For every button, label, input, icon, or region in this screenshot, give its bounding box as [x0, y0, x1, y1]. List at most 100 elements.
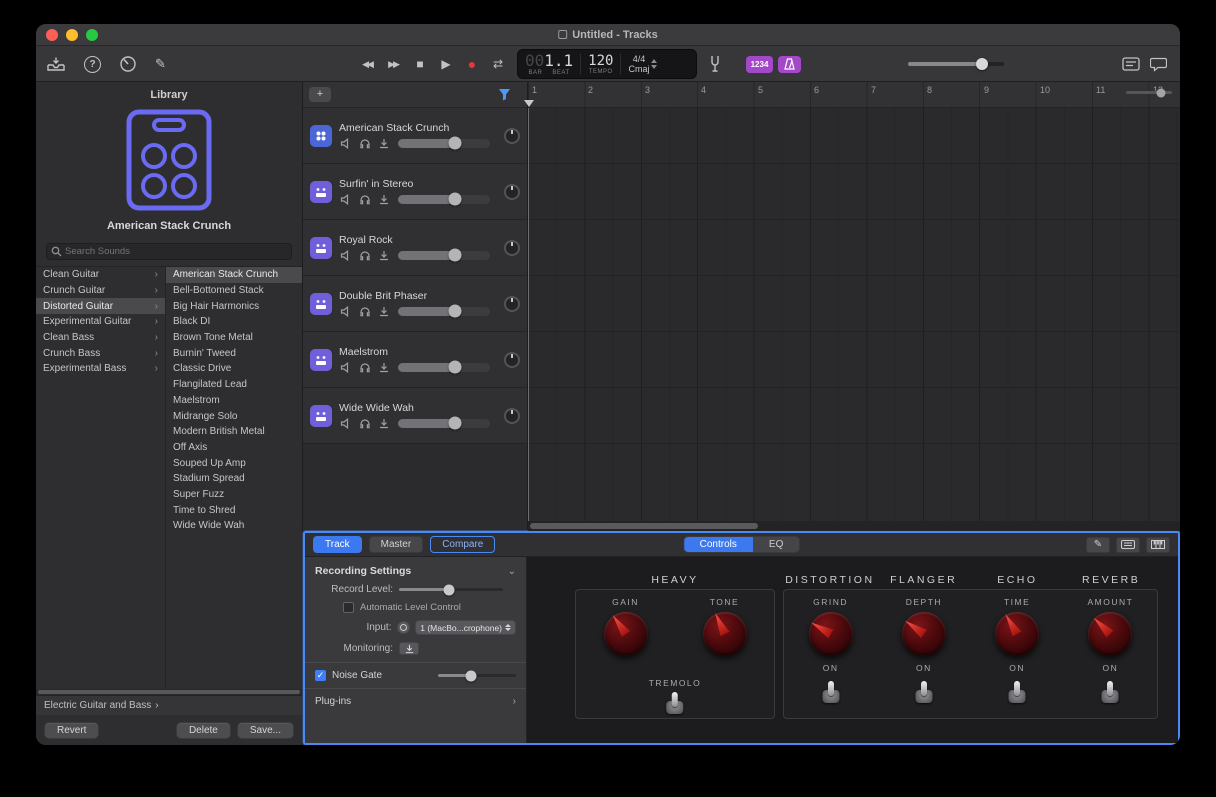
track-header[interactable]: Wide Wide Wah: [303, 388, 527, 444]
mute-button[interactable]: [339, 305, 353, 318]
mute-button[interactable]: [339, 417, 353, 430]
patch-item[interactable]: Maelstrom: [166, 393, 302, 409]
track-header[interactable]: Double Brit Phaser: [303, 276, 527, 332]
chevron-right-icon[interactable]: ›: [513, 696, 516, 707]
patch-item[interactable]: Bell-Bottomed Stack: [166, 283, 302, 299]
tab-track[interactable]: Track: [313, 536, 362, 553]
minimize-button[interactable]: [66, 29, 78, 41]
zoom-slider[interactable]: [1126, 91, 1172, 94]
track-filter-icon[interactable]: [498, 88, 511, 106]
pan-knob[interactable]: [504, 296, 520, 312]
lcd-tempo[interactable]: 120 TEMPO: [581, 50, 620, 78]
track-header[interactable]: Maelstrom: [303, 332, 527, 388]
input-monitor-button[interactable]: [377, 249, 391, 262]
amount-knob[interactable]: [1088, 612, 1132, 656]
horizontal-scrollbar[interactable]: [528, 521, 1180, 531]
lcd-key-signature[interactable]: 4/4 Cmaj: [621, 50, 664, 78]
library-scrollbar[interactable]: [36, 689, 302, 695]
flanger-toggle[interactable]: [913, 678, 935, 703]
input-format-button[interactable]: [397, 621, 410, 634]
library-breadcrumb[interactable]: Electric Guitar and Bass ›: [36, 695, 302, 715]
save-button[interactable]: Save...: [237, 722, 294, 739]
time-knob[interactable]: [995, 612, 1039, 656]
count-in-button[interactable]: 1234: [746, 56, 773, 73]
patch-item-selected[interactable]: American Stack Crunch: [166, 267, 302, 283]
track-header[interactable]: Surfin' in Stereo: [303, 164, 527, 220]
chevron-down-icon[interactable]: ⌄: [508, 566, 516, 577]
input-monitor-button[interactable]: [377, 137, 391, 150]
playhead-marker[interactable]: [524, 100, 534, 107]
category-item[interactable]: Experimental Guitar›: [36, 314, 165, 330]
playhead-line[interactable]: [528, 108, 529, 521]
patch-item[interactable]: Flangilated Lead: [166, 377, 302, 393]
mute-button[interactable]: [339, 137, 353, 150]
play-button[interactable]: ▶: [434, 53, 456, 75]
input-monitor-button[interactable]: [377, 305, 391, 318]
forward-button[interactable]: ▶▶: [382, 53, 404, 75]
track-lane[interactable]: [528, 220, 1180, 276]
reverb-toggle[interactable]: [1099, 678, 1121, 703]
library-toggle-icon[interactable]: [46, 56, 66, 72]
add-track-button[interactable]: +: [309, 87, 331, 102]
tremolo-toggle[interactable]: [664, 689, 686, 714]
pan-knob[interactable]: [504, 128, 520, 144]
track-volume-slider[interactable]: [398, 307, 490, 316]
patch-item[interactable]: Midrange Solo: [166, 408, 302, 424]
solo-button[interactable]: [358, 193, 372, 206]
patch-item[interactable]: Brown Tone Metal: [166, 330, 302, 346]
input-device-dropdown[interactable]: 1 (MacBo...crophone): [415, 620, 516, 635]
distortion-toggle[interactable]: [820, 678, 842, 703]
patch-item[interactable]: Classic Drive: [166, 361, 302, 377]
patch-item[interactable]: Wide Wide Wah: [166, 518, 302, 534]
track-lane[interactable]: [528, 164, 1180, 220]
search-input[interactable]: [46, 243, 292, 260]
patch-item[interactable]: Stadium Spread: [166, 471, 302, 487]
patch-item[interactable]: Modern British Metal: [166, 424, 302, 440]
rewind-button[interactable]: ◀◀: [356, 53, 378, 75]
help-icon[interactable]: ?: [84, 56, 101, 73]
smart-controls-icon[interactable]: [119, 55, 137, 73]
mute-button[interactable]: [339, 193, 353, 206]
track-lane[interactable]: [528, 108, 1180, 164]
input-monitor-button[interactable]: [377, 417, 391, 430]
compare-button[interactable]: Compare: [430, 536, 495, 553]
patch-item[interactable]: Super Fuzz: [166, 487, 302, 503]
input-monitor-button[interactable]: [377, 361, 391, 374]
solo-button[interactable]: [358, 249, 372, 262]
close-button[interactable]: [46, 29, 58, 41]
cycle-button[interactable]: ⇄: [486, 53, 508, 75]
patch-item[interactable]: Big Hair Harmonics: [166, 298, 302, 314]
input-monitor-button[interactable]: [377, 193, 391, 206]
automation-pencil-icon[interactable]: ✎: [1086, 537, 1110, 553]
solo-button[interactable]: [358, 137, 372, 150]
patch-item[interactable]: Black DI: [166, 314, 302, 330]
delete-button[interactable]: Delete: [176, 722, 231, 739]
category-item[interactable]: Crunch Bass›: [36, 345, 165, 361]
lcd-display[interactable]: 001.1 BARBEAT 120 TEMPO 4/4 Cmaj: [517, 49, 697, 79]
record-level-slider[interactable]: [399, 588, 503, 591]
editor-pencil-icon[interactable]: ✎: [155, 56, 166, 72]
tab-master[interactable]: Master: [369, 536, 424, 553]
category-item[interactable]: Experimental Bass›: [36, 361, 165, 377]
pan-knob[interactable]: [504, 352, 520, 368]
master-volume-slider[interactable]: [908, 62, 1004, 66]
patch-item[interactable]: Time to Shred: [166, 502, 302, 518]
track-volume-slider[interactable]: [398, 419, 490, 428]
track-volume-slider[interactable]: [398, 363, 490, 372]
tab-eq[interactable]: EQ: [753, 537, 799, 552]
patch-item[interactable]: Burnin' Tweed: [166, 345, 302, 361]
metronome-button[interactable]: [778, 56, 801, 73]
display-mode-icon[interactable]: [1122, 57, 1140, 71]
track-lane[interactable]: [528, 332, 1180, 388]
stop-button[interactable]: ■: [408, 53, 430, 75]
category-item-selected[interactable]: Distorted Guitar›: [36, 298, 165, 314]
notes-bubble-icon[interactable]: [1150, 57, 1167, 72]
timeline-ruler[interactable]: 1 2 3 4 5 6 7 8 9 10 11 12: [528, 82, 1180, 108]
noise-gate-slider[interactable]: [438, 674, 516, 677]
track-volume-slider[interactable]: [398, 139, 490, 148]
patch-item[interactable]: Souped Up Amp: [166, 455, 302, 471]
record-button[interactable]: ●: [460, 53, 482, 75]
category-item[interactable]: Clean Guitar›: [36, 267, 165, 283]
track-volume-slider[interactable]: [398, 251, 490, 260]
monitoring-button[interactable]: [399, 642, 419, 655]
